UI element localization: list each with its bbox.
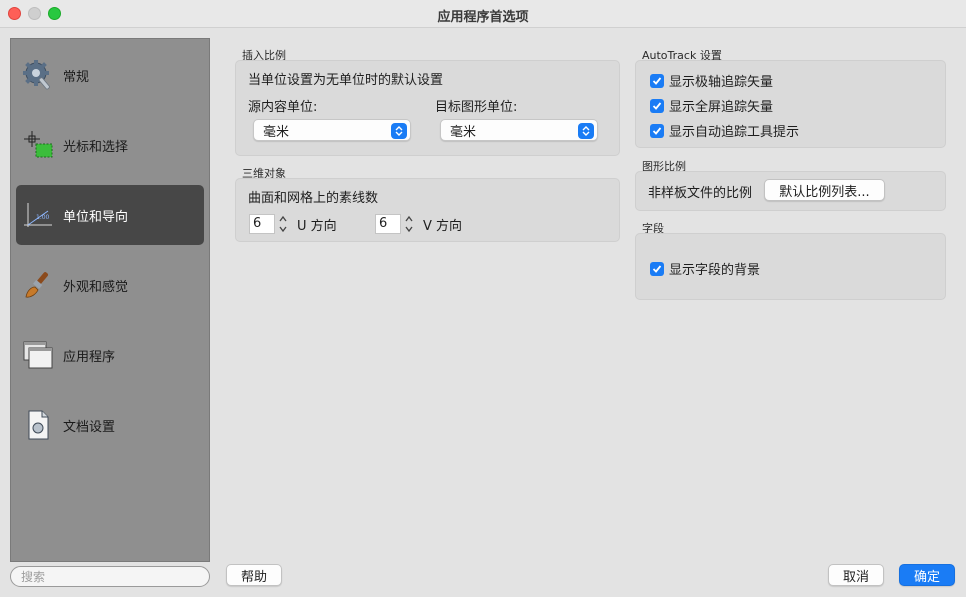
source-units-label: 源内容单位: xyxy=(248,100,318,115)
u-isolines-field[interactable]: 6 xyxy=(249,214,275,234)
u-direction-label: U 方向 xyxy=(297,219,337,234)
sidebar-item-label: 文档设置 xyxy=(63,419,116,435)
stepper-arrows-icon xyxy=(279,215,287,233)
sidebar-item-application[interactable]: 应用程序 xyxy=(16,325,204,385)
checkbox-label: 显示字段的背景 xyxy=(669,263,761,278)
sidebar-item-label: 常规 xyxy=(63,69,90,85)
polar-tracking-checkbox[interactable]: 显示极轴追踪矢量 xyxy=(650,71,773,90)
v-direction-label: V 方向 xyxy=(423,219,463,234)
svg-text:1.00: 1.00 xyxy=(36,214,50,221)
checkbox-label: 显示极轴追踪矢量 xyxy=(669,75,774,90)
sidebar: 常规 光标和选择 1.00 单位和导向 外观和感觉 应用程序 文档设置 xyxy=(10,38,210,562)
sidebar-item-cursor-selection[interactable]: 光标和选择 xyxy=(16,115,204,175)
source-units-value: 毫米 xyxy=(263,124,290,140)
cursor-selection-icon xyxy=(21,128,55,162)
sidebar-item-units[interactable]: 1.00 单位和导向 xyxy=(16,185,204,245)
target-units-value: 毫米 xyxy=(450,124,477,140)
target-units-select[interactable]: 毫米 xyxy=(440,119,598,141)
updown-chevron-icon xyxy=(391,123,407,139)
field-background-checkbox[interactable]: 显示字段的背景 xyxy=(650,259,760,278)
insert-scale-description: 当单位设置为无单位时的默认设置 xyxy=(248,73,444,88)
source-units-select[interactable]: 毫米 xyxy=(253,119,411,141)
sidebar-item-appearance[interactable]: 外观和感觉 xyxy=(16,255,204,315)
v-isolines-stepper[interactable] xyxy=(403,213,415,235)
v-isolines-field[interactable]: 6 xyxy=(375,214,401,234)
gear-icon xyxy=(21,58,55,92)
sidebar-item-label: 应用程序 xyxy=(63,349,116,365)
checkmark-icon xyxy=(650,123,664,138)
sidebar-item-label: 光标和选择 xyxy=(63,139,129,155)
window-title: 应用程序首选项 xyxy=(437,10,529,25)
units-ruler-icon: 1.00 xyxy=(21,198,55,232)
title-bar: 应用程序首选项 xyxy=(0,0,966,28)
checkbox-label: 显示全屏追踪矢量 xyxy=(669,100,774,115)
search-input[interactable] xyxy=(10,566,210,587)
sidebar-item-document[interactable]: 文档设置 xyxy=(16,395,204,455)
stepper-arrows-icon xyxy=(405,215,413,233)
help-button[interactable]: 帮助 xyxy=(226,564,282,586)
sidebar-item-label: 外观和感觉 xyxy=(63,279,129,295)
checkmark-icon xyxy=(650,98,664,113)
checkbox-label: 显示自动追踪工具提示 xyxy=(669,125,800,140)
updown-chevron-icon xyxy=(578,123,594,139)
fullscreen-tracking-checkbox[interactable]: 显示全屏追踪矢量 xyxy=(650,96,773,115)
paintbrush-icon xyxy=(21,268,55,302)
default-scale-list-button[interactable]: 默认比例列表... xyxy=(764,179,885,201)
u-isolines-stepper[interactable] xyxy=(277,213,289,235)
sidebar-item-label: 单位和导向 xyxy=(63,209,129,225)
isolines-description: 曲面和网格上的素线数 xyxy=(248,191,379,206)
cancel-button[interactable]: 取消 xyxy=(828,564,884,586)
document-settings-icon xyxy=(21,408,55,442)
non-template-scale-label: 非样板文件的比例 xyxy=(648,186,753,201)
target-units-label: 目标图形单位: xyxy=(435,100,518,115)
ok-button[interactable]: 确定 xyxy=(899,564,955,586)
checkmark-icon xyxy=(650,261,664,276)
sidebar-item-general[interactable]: 常规 xyxy=(16,45,204,105)
application-windows-icon xyxy=(21,338,55,372)
autotrack-tooltip-checkbox[interactable]: 显示自动追踪工具提示 xyxy=(650,121,799,140)
checkmark-icon xyxy=(650,73,664,88)
